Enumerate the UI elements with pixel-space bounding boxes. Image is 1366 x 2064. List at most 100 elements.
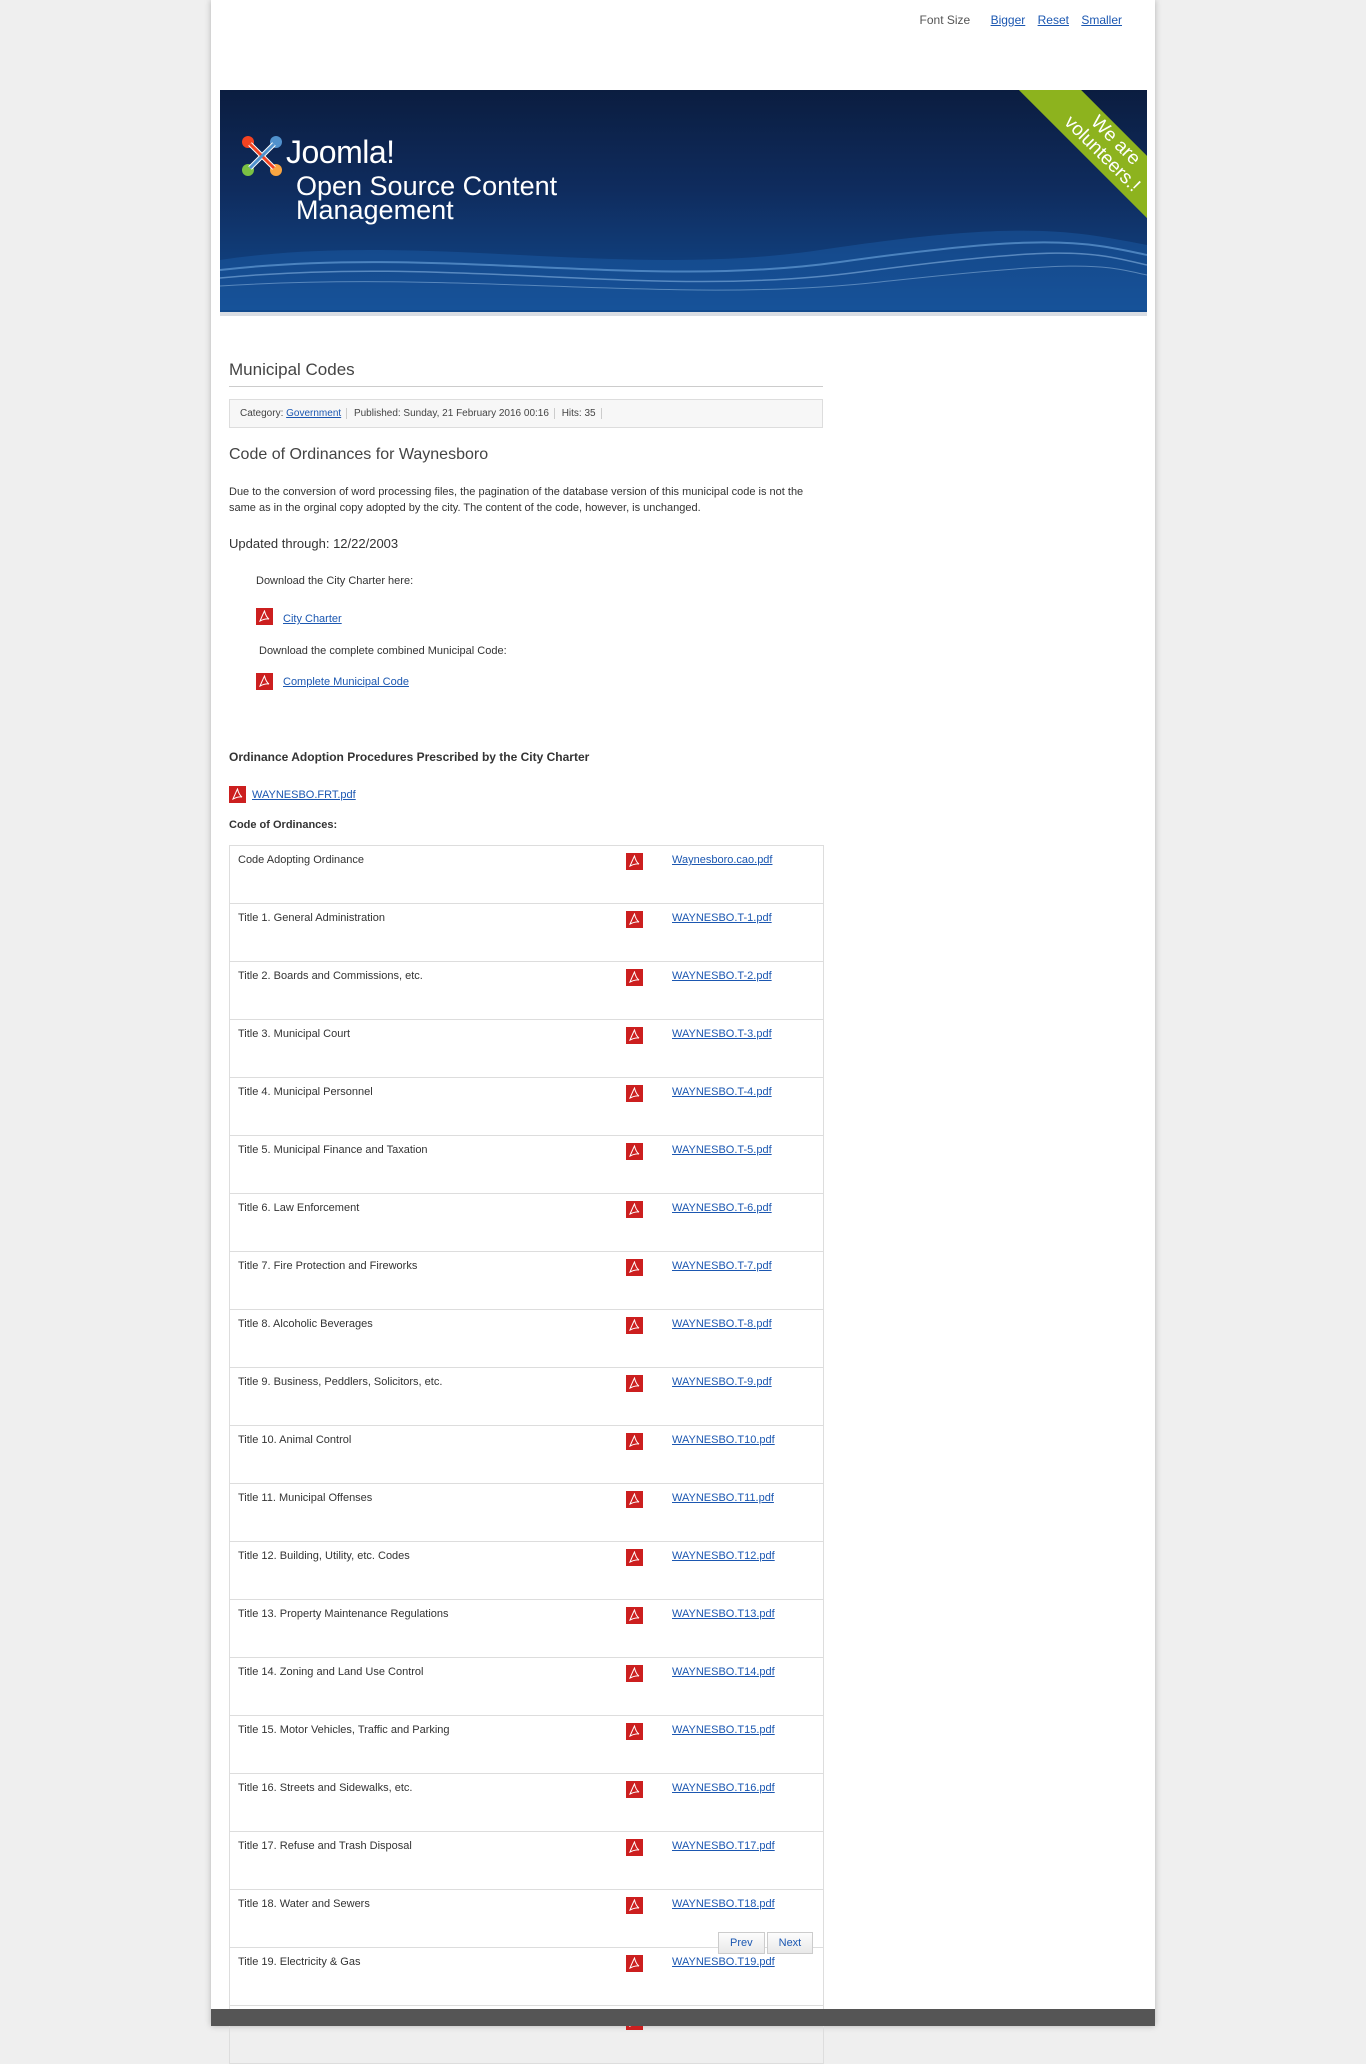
pagination-note: Due to the conversion of word processing… — [229, 486, 804, 514]
code-title: Title 1. General Administration — [229, 903, 618, 962]
code-pdf-link[interactable]: WAYNESBO.T-6.pdf — [672, 1202, 772, 1214]
code-title: Title 10. Animal Control — [229, 1425, 618, 1484]
file-cell: WAYNESBO.T14.pdf — [664, 1657, 824, 1716]
file-cell: WAYNESBO.T-1.pdf — [664, 903, 824, 962]
page-title: Municipal Codes — [229, 356, 823, 387]
pdf-icon — [626, 1955, 643, 1972]
table-row: Title 1. General Administration WAYNESBO.… — [229, 903, 824, 962]
pdf-icon — [626, 1317, 643, 1334]
code-pdf-link[interactable]: WAYNESBO.T18.pdf — [672, 1898, 775, 1910]
code-title: Title 11. Municipal Offenses — [229, 1483, 618, 1542]
code-pdf-link[interactable]: WAYNESBO.T13.pdf — [672, 1608, 775, 1620]
pdf-icon-cell — [618, 1541, 664, 1600]
code-pdf-link[interactable]: WAYNESBO.T-9.pdf — [672, 1376, 772, 1388]
table-row: Title 9. Business, Peddlers, Solicitors,… — [229, 1367, 824, 1426]
file-cell: Waynesboro.cao.pdf — [664, 845, 824, 904]
category-link[interactable]: Government — [286, 408, 341, 419]
pdf-icon — [626, 1143, 643, 1160]
city-charter-link[interactable]: City Charter — [283, 613, 342, 625]
table-row: Title 19. Electricity & Gas WAYNESBO.T19.… — [229, 1947, 824, 2006]
file-cell: WAYNESBO.T-4.pdf — [664, 1077, 824, 1136]
pdf-icon — [256, 607, 273, 625]
file-cell: WAYNESBO.T15.pdf — [664, 1715, 824, 1774]
code-pdf-link[interactable]: WAYNESBO.T-7.pdf — [672, 1260, 772, 1272]
pdf-icon — [626, 853, 643, 870]
code-pdf-link[interactable]: Waynesboro.cao.pdf — [672, 854, 772, 866]
complete-code-link[interactable]: Complete Municipal Code — [283, 676, 409, 688]
pdf-icon-cell — [618, 1135, 664, 1194]
font-smaller-link[interactable]: Smaller — [1081, 13, 1122, 27]
code-title: Title 15. Motor Vehicles, Traffic and Pa… — [229, 1715, 618, 1774]
code-pdf-link[interactable]: WAYNESBO.T11.pdf — [672, 1492, 774, 1504]
code-title: Title 13. Property Maintenance Regulatio… — [229, 1599, 618, 1658]
table-row: Title 4. Municipal Personnel WAYNESBO.T-4… — [229, 1077, 824, 1136]
pdf-icon-cell — [618, 903, 664, 962]
code-pdf-link[interactable]: WAYNESBO.T14.pdf — [672, 1666, 775, 1678]
table-row: Title 8. Alcoholic Beverages WAYNESBO.T-8… — [229, 1309, 824, 1368]
code-pdf-link[interactable]: WAYNESBO.T17.pdf — [672, 1840, 775, 1852]
pdf-icon — [229, 786, 246, 803]
pdf-icon — [626, 1897, 643, 1914]
table-row: Title 16. Streets and Sidewalks, etc. WAY… — [229, 1773, 824, 1832]
category-info: Category: Government — [240, 408, 348, 419]
file-cell: WAYNESBO.T-6.pdf — [664, 1193, 824, 1252]
prev-button[interactable]: Prev — [718, 1932, 765, 1954]
font-reset-link[interactable]: Reset — [1038, 13, 1069, 27]
table-row: Code Adopting Ordinance Waynesboro.cao.pd… — [229, 845, 824, 904]
pdf-icon-cell — [618, 1773, 664, 1832]
pdf-icon — [626, 1259, 643, 1276]
table-row: Title 10. Animal Control WAYNESBO.T10.pdf — [229, 1425, 824, 1484]
article-content: Municipal Codes Category: Government Pub… — [229, 356, 824, 2064]
code-pdf-link[interactable]: WAYNESBO.T-5.pdf — [672, 1144, 772, 1156]
pdf-icon-cell — [618, 845, 664, 904]
procedures-heading: Ordinance Adoption Procedures Prescribed… — [229, 750, 590, 764]
table-row: Title 11. Municipal Offenses WAYNESBO.T11… — [229, 1483, 824, 1542]
font-bigger-link[interactable]: Bigger — [991, 13, 1026, 27]
code-pdf-link[interactable]: WAYNESBO.T10.pdf — [672, 1434, 775, 1446]
code-title: Code Adopting Ordinance — [229, 845, 618, 904]
article-title: Code of Ordinances for Waynesboro — [229, 446, 489, 463]
code-pdf-link[interactable]: WAYNESBO.T15.pdf — [672, 1724, 775, 1736]
code-pdf-link[interactable]: WAYNESBO.T12.pdf — [672, 1550, 775, 1562]
code-title: Title 18. Water and Sewers — [229, 1889, 618, 1948]
font-size-bar: Font Size Bigger Reset Smaller — [920, 13, 1122, 27]
code-title: Title 4. Municipal Personnel — [229, 1077, 618, 1136]
next-button[interactable]: Next — [766, 1932, 814, 1954]
code-pdf-link[interactable]: WAYNESBO.T-1.pdf — [672, 912, 772, 924]
code-pdf-link[interactable]: WAYNESBO.T-8.pdf — [672, 1318, 772, 1330]
file-cell: WAYNESBO.T19.pdf — [664, 1947, 824, 2006]
code-pdf-link[interactable]: WAYNESBO.T-4.pdf — [672, 1086, 772, 1098]
table-row: Title 3. Municipal Court WAYNESBO.T-3.pdf — [229, 1019, 824, 1078]
code-pdf-link[interactable]: WAYNESBO.T-2.pdf — [672, 970, 772, 982]
site-tagline: Open Source Content Management — [296, 171, 558, 225]
pdf-icon — [626, 969, 643, 986]
pdf-icon — [626, 1723, 643, 1740]
file-cell: WAYNESBO.T17.pdf — [664, 1831, 824, 1890]
code-pdf-link[interactable]: WAYNESBO.T19.pdf — [672, 1956, 775, 1968]
pdf-icon-cell — [618, 1425, 664, 1484]
file-cell: WAYNESBO.T-3.pdf — [664, 1019, 824, 1078]
font-size-label: Font Size — [919, 13, 971, 27]
pdf-icon-cell — [618, 1077, 664, 1136]
file-cell: WAYNESBO.T-9.pdf — [664, 1367, 824, 1426]
code-pdf-link[interactable]: WAYNESBO.T-3.pdf — [672, 1028, 772, 1040]
file-cell: WAYNESBO.T-2.pdf — [664, 961, 824, 1020]
published-date: Published: Sunday, 21 February 2016 00:1… — [353, 408, 555, 419]
file-cell: WAYNESBO.T13.pdf — [664, 1599, 824, 1658]
code-pdf-link[interactable]: WAYNESBO.T16.pdf — [672, 1782, 775, 1794]
code-title: Title 19. Electricity & Gas — [229, 1947, 618, 2006]
codes-heading: Code of Ordinances: — [229, 819, 338, 831]
pdf-icon-cell — [618, 1483, 664, 1542]
code-title: Title 14. Zoning and Land Use Control — [229, 1657, 618, 1716]
updated-through: Updated through: 12/22/2003 — [229, 536, 399, 551]
file-cell: WAYNESBO.T-7.pdf — [664, 1251, 824, 1310]
table-row: Title 6. Law Enforcement WAYNESBO.T-6.pdf — [229, 1193, 824, 1252]
joomla-logo-icon — [242, 136, 282, 176]
pdf-icon — [626, 1201, 643, 1218]
charter-intro: Download the City Charter here: — [256, 575, 414, 587]
table-row: Title 2. Boards and Commissions, etc. WAY… — [229, 961, 824, 1020]
pdf-icon-cell — [618, 1599, 664, 1658]
procedures-pdf-link[interactable]: WAYNESBO.FRT.pdf — [252, 789, 356, 801]
pdf-icon-cell — [618, 1367, 664, 1426]
file-cell: WAYNESBO.T12.pdf — [664, 1541, 824, 1600]
